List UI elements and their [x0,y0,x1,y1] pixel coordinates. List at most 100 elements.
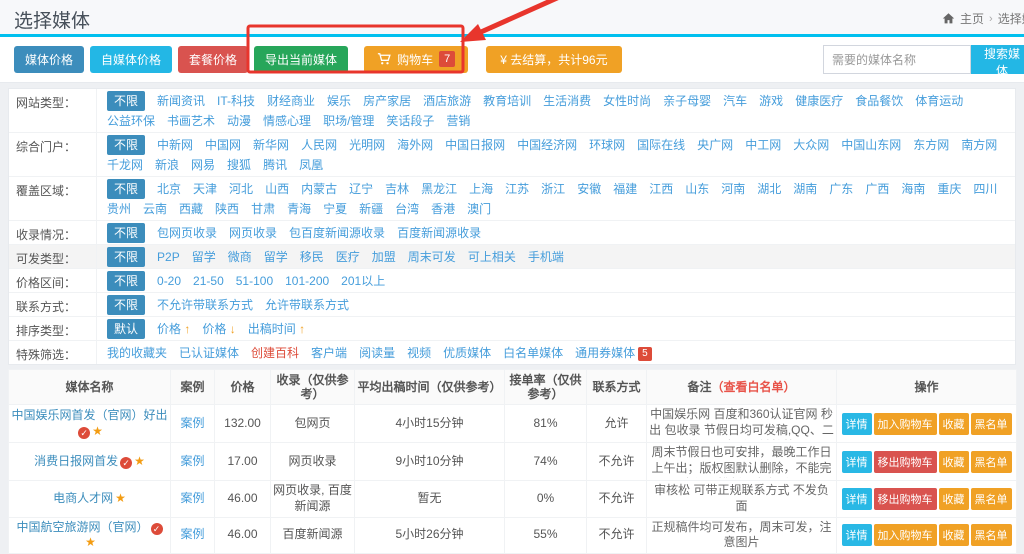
filter-option[interactable]: 福建 [613,179,637,199]
detail-button[interactable]: 详情 [842,524,872,546]
filter-option[interactable]: 新华网 [253,135,289,155]
case-link[interactable]: 案例 [180,416,204,430]
search-button[interactable]: 搜索媒体 [971,45,1024,74]
filter-option[interactable]: 网易 [191,155,215,175]
filter-option[interactable]: 中国山东网 [841,135,901,155]
filter-option[interactable]: 健康医疗 [795,91,843,111]
filter-option[interactable]: 香港 [431,199,455,219]
filter-option[interactable]: 书画艺术 [167,111,215,131]
filter-option[interactable]: 海南 [901,179,925,199]
media-price-button[interactable]: 媒体价格 [14,46,84,73]
filter-option[interactable]: 陕西 [215,199,239,219]
filter-option[interactable]: 广东 [829,179,853,199]
filter-option[interactable]: IT-科技 [217,91,255,111]
case-link[interactable]: 案例 [180,454,204,468]
filter-option[interactable]: 优质媒体 [443,343,491,363]
favorite-button[interactable]: 收藏 [939,524,969,546]
filter-option[interactable]: 安徽 [577,179,601,199]
filter-option[interactable]: 北京 [157,179,181,199]
filter-option[interactable]: 山东 [685,179,709,199]
filter-option-selected[interactable]: 不限 [107,223,145,243]
case-link[interactable]: 案例 [180,527,204,541]
filter-option[interactable]: 公益环保 [107,111,155,131]
cart-button[interactable]: 购物车 7 [364,46,468,73]
filter-option[interactable]: 医疗 [336,247,360,267]
filter-option[interactable]: 游戏 [759,91,783,111]
filter-option[interactable]: 视频 [407,343,431,363]
filter-option[interactable]: 中国日报网 [445,135,505,155]
filter-option-selected[interactable]: 不限 [107,247,145,267]
filter-option[interactable]: 贵州 [107,199,131,219]
filter-option[interactable]: 包百度新闻源收录 [289,223,385,243]
filter-option[interactable]: 职场/管理 [323,111,374,131]
remove-from-cart-button[interactable]: 移出购物车 [874,488,937,510]
filter-option[interactable]: 河北 [229,179,253,199]
filter-option[interactable]: 台湾 [395,199,419,219]
filter-option[interactable]: 重庆 [937,179,961,199]
filter-option[interactable]: 出稿时间 ↑ [248,319,305,339]
filter-option[interactable]: 四川 [973,179,997,199]
blacklist-button[interactable]: 黑名单 [971,451,1012,473]
filter-option[interactable]: 内蒙古 [301,179,337,199]
filter-option[interactable]: 河南 [721,179,745,199]
filter-option[interactable]: 人民网 [301,135,337,155]
search-input[interactable] [823,45,971,74]
filter-option[interactable]: 价格 ↑ [157,319,190,339]
filter-option[interactable]: 湖北 [757,179,781,199]
filter-option[interactable]: 大众网 [793,135,829,155]
filter-option-selected[interactable]: 不限 [107,271,145,291]
filter-option[interactable]: 新疆 [359,199,383,219]
filter-option[interactable]: 江苏 [505,179,529,199]
filter-option[interactable]: 教育培训 [483,91,531,111]
whitelist-link[interactable]: （查看白名单） [712,380,796,394]
filter-option-selected[interactable]: 不限 [107,91,145,111]
filter-option-selected[interactable]: 不限 [107,179,145,199]
filter-option[interactable]: 笑话段子 [386,111,434,131]
filter-option[interactable]: 阅读量 [359,343,395,363]
media-name-link[interactable]: 消费日报网首发 [34,454,118,468]
filter-option[interactable]: 吉林 [385,179,409,199]
favorite-button[interactable]: 收藏 [939,413,969,435]
filter-option[interactable]: 51-100 [236,271,273,291]
filter-option[interactable]: 留学 [192,247,216,267]
filter-option[interactable]: 微商 [228,247,252,267]
filter-option[interactable]: 山西 [265,179,289,199]
filter-option[interactable]: 允许带联系方式 [265,295,349,315]
detail-button[interactable]: 详情 [842,488,872,510]
filter-option[interactable]: 西藏 [179,199,203,219]
blacklist-button[interactable]: 黑名单 [971,488,1012,510]
filter-option[interactable]: 201以上 [341,271,385,291]
filter-option[interactable]: 环球网 [589,135,625,155]
filter-option[interactable]: 百度新闻源收录 [397,223,481,243]
filter-option[interactable]: 光明网 [349,135,385,155]
filter-option[interactable]: 甘肃 [251,199,275,219]
filter-option[interactable]: 青海 [287,199,311,219]
filter-option[interactable]: 搜狐 [227,155,251,175]
breadcrumb-home-link[interactable]: 主页 [960,10,984,27]
filter-option[interactable]: 价格 ↓ [202,319,235,339]
filter-option[interactable]: 宁夏 [323,199,347,219]
blacklist-button[interactable]: 黑名单 [971,413,1012,435]
filter-option[interactable]: 情感心理 [263,111,311,131]
self-media-price-button[interactable]: 自媒体价格 [90,46,172,73]
filter-option[interactable]: 南方网 [961,135,997,155]
filter-option[interactable]: 房产家居 [363,91,411,111]
filter-option[interactable]: 生活消费 [543,91,591,111]
filter-option[interactable]: P2P [157,247,180,267]
filter-option[interactable]: 酒店旅游 [423,91,471,111]
filter-option[interactable]: 网页收录 [229,223,277,243]
blacklist-button[interactable]: 黑名单 [971,524,1012,546]
filter-option[interactable]: 腾讯 [263,155,287,175]
filter-option[interactable]: 国际在线 [637,135,685,155]
filter-option[interactable]: 上海 [469,179,493,199]
filter-option-selected[interactable]: 默认 [107,319,145,339]
filter-option[interactable]: 东方网 [913,135,949,155]
filter-option[interactable]: 天津 [193,179,217,199]
filter-option[interactable]: 动漫 [227,111,251,131]
filter-option[interactable]: 营销 [446,111,470,131]
filter-option[interactable]: 留学 [264,247,288,267]
detail-button[interactable]: 详情 [842,413,872,435]
filter-option[interactable]: 通用券媒体5 [575,343,652,363]
filter-option[interactable]: 创建百科 [251,343,299,363]
filter-option[interactable]: 手机端 [528,247,564,267]
